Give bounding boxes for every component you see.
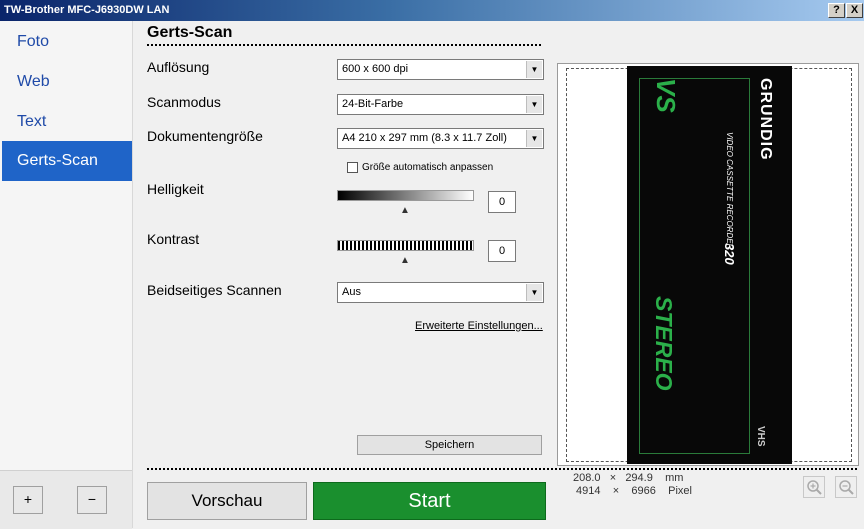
resolution-value: 600 x 600 dpi (342, 63, 409, 75)
times-sign: × (609, 472, 617, 484)
scan-logo: VS (651, 78, 681, 113)
brightness-input[interactable]: 0 (488, 191, 516, 213)
window-title: TW-Brother MFC-J6930DW LAN (4, 4, 170, 16)
chevron-down-icon[interactable]: ▼ (526, 130, 542, 147)
bottom-divider (147, 468, 857, 470)
sidebar-item-web[interactable]: Web (2, 63, 132, 101)
duplex-label: Beidseitiges Scannen (147, 282, 282, 298)
document-size-select[interactable]: A4 210 x 297 mm (8.3 x 11.7 Zoll) ▼ (337, 128, 544, 149)
chevron-down-icon[interactable]: ▼ (526, 96, 542, 113)
window-titlebar: TW-Brother MFC-J6930DW LAN ? X (0, 0, 864, 21)
brightness-label: Helligkeit (147, 181, 204, 197)
add-profile-button[interactable]: + (13, 486, 43, 514)
page-title: Gerts-Scan (147, 24, 233, 41)
scan-stereo-text: STEREO (651, 296, 677, 391)
document-size-label: Dokumentengröße (147, 128, 263, 144)
scan-model-line: VIDEO CASSETTE RECORDER (725, 132, 734, 250)
sidebar-item-gerts-scan[interactable]: Gerts-Scan (2, 141, 132, 181)
chevron-down-icon[interactable]: ▼ (526, 284, 542, 301)
resolution-label: Auflösung (147, 59, 210, 75)
size-mm-readout: 208.0 × 294.9 mm (573, 472, 683, 485)
scan-brand-text: GRUNDIG (757, 78, 774, 161)
scan-preview[interactable]: GRUNDIG VIDEO CASSETTE RECORDER 320 STER… (557, 63, 859, 466)
advanced-settings-link[interactable]: Erweiterte Einstellungen... (415, 320, 543, 332)
contrast-slider-thumb[interactable]: ▲ (400, 255, 410, 266)
unit-px: Pixel (668, 485, 692, 497)
preview-button[interactable]: Vorschau (147, 482, 307, 520)
sidebar-item-foto[interactable]: Foto (2, 23, 132, 61)
height-px: 6966 (631, 485, 656, 497)
sidebar-footer: + − (0, 470, 132, 529)
scan-mode-value: 24-Bit-Farbe (342, 98, 404, 110)
sidebar: Foto Web Text Gerts-Scan + − (0, 21, 133, 529)
title-divider (147, 44, 541, 46)
contrast-label: Kontrast (147, 231, 200, 247)
zoom-out-icon (839, 480, 854, 495)
sidebar-item-text[interactable]: Text (2, 103, 132, 141)
times-sign: × (612, 485, 620, 497)
brightness-slider[interactable] (337, 190, 474, 201)
contrast-input[interactable]: 0 (488, 240, 516, 262)
width-mm: 208.0 (573, 472, 601, 484)
brightness-slider-thumb[interactable]: ▲ (400, 205, 410, 216)
scan-mode-label: Scanmodus (147, 94, 221, 110)
scan-mode-select[interactable]: 24-Bit-Farbe ▼ (337, 94, 544, 115)
auto-fit-option[interactable]: Größe automatisch anpassen (347, 162, 493, 174)
unit-mm: mm (665, 472, 684, 484)
width-px: 4914 (576, 485, 601, 497)
resolution-select[interactable]: 600 x 600 dpi ▼ (337, 59, 544, 80)
remove-profile-button[interactable]: − (77, 486, 107, 514)
chevron-down-icon[interactable]: ▼ (526, 61, 542, 78)
document-size-value: A4 210 x 297 mm (8.3 x 11.7 Zoll) (342, 132, 507, 144)
size-px-readout: 4914 × 6966 Pixel (576, 485, 692, 498)
zoom-in-button[interactable] (803, 476, 825, 498)
auto-fit-checkbox[interactable] (347, 162, 358, 173)
help-button[interactable]: ? (828, 3, 845, 18)
duplex-value: Aus (342, 286, 361, 298)
close-button[interactable]: X (846, 3, 863, 18)
height-mm: 294.9 (625, 472, 653, 484)
scan-vhs-logo: VHS (755, 426, 766, 447)
zoom-in-icon (807, 480, 822, 495)
auto-fit-label: Größe automatisch anpassen (362, 162, 494, 174)
save-button[interactable]: Speichern (357, 435, 542, 455)
duplex-select[interactable]: Aus ▼ (337, 282, 544, 303)
scanned-image: GRUNDIG VIDEO CASSETTE RECORDER 320 STER… (627, 66, 792, 464)
scan-model-number: 320 (722, 243, 737, 265)
contrast-slider[interactable] (337, 240, 474, 251)
zoom-out-button[interactable] (835, 476, 857, 498)
start-button[interactable]: Start (313, 482, 546, 520)
